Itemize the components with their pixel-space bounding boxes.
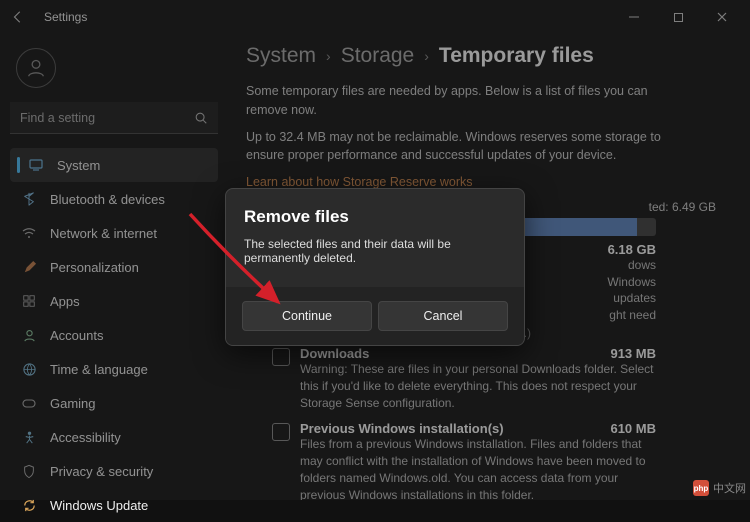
dialog-title: Remove files: [244, 207, 506, 227]
dialog-message: The selected files and their data will b…: [244, 237, 506, 265]
cancel-button[interactable]: Cancel: [378, 301, 508, 331]
modal-overlay: Remove files The selected files and thei…: [0, 0, 750, 500]
php-logo-icon: php: [693, 480, 709, 496]
watermark: php 中文网: [693, 480, 746, 496]
continue-button[interactable]: Continue: [242, 301, 372, 331]
remove-files-dialog: Remove files The selected files and thei…: [225, 188, 525, 346]
